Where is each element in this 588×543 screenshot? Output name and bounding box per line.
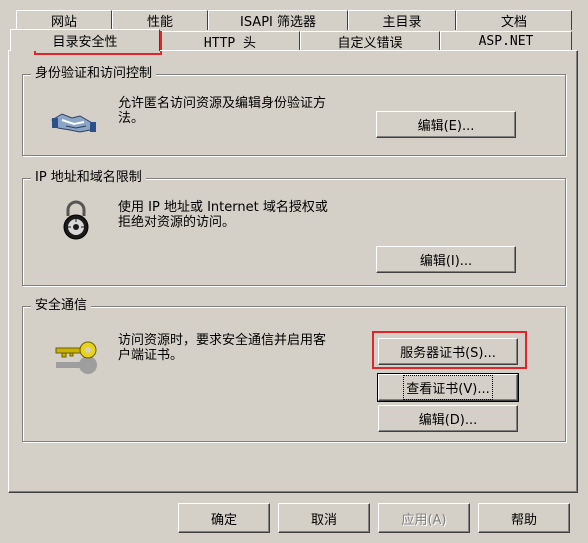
secure-edit-button-label: 编辑(D)... xyxy=(418,413,478,428)
cancel-button-label: 取消 xyxy=(310,512,337,528)
tab-isapi-filters[interactable]: ISAPI 筛选器 xyxy=(208,10,348,30)
tab-home-directory[interactable]: 主目录 xyxy=(348,10,456,30)
key-icon xyxy=(54,340,100,380)
group-ip-title: IP 地址和域名限制 xyxy=(31,170,146,186)
group-authentication-title: 身份验证和访问控制 xyxy=(31,66,157,82)
tab-documents[interactable]: 文档 xyxy=(456,10,572,30)
auth-description: 允许匿名访问资源及编辑身份验证方 法。 xyxy=(118,96,326,126)
secure-description-line2: 户端证书。 xyxy=(118,348,184,363)
apply-button-label: 应用(A) xyxy=(401,512,447,528)
help-button[interactable]: 帮助 xyxy=(478,503,570,533)
auth-description-line2: 法。 xyxy=(118,111,145,126)
ok-button-label: 确定 xyxy=(210,512,237,528)
ip-description-line2: 拒绝对资源的访问。 xyxy=(118,215,236,230)
tab-website[interactable]: 网站 xyxy=(16,10,112,30)
tab-directory-security[interactable]: 目录安全性 xyxy=(10,29,160,51)
tab-http-headers-label: HTTP 头 xyxy=(203,36,257,51)
tab-aspnet[interactable]: ASP.NET xyxy=(440,31,572,51)
apply-button[interactable]: 应用(A) xyxy=(378,503,470,533)
help-button-label: 帮助 xyxy=(510,512,537,528)
tab-row-back: 网站 性能 ISAPI 筛选器 主目录 文档 xyxy=(0,10,588,30)
auth-edit-button[interactable]: 编辑(E)... xyxy=(376,111,516,138)
tab-row-front: 目录安全性 HTTP 头 自定义错误 ASP.NET xyxy=(0,29,588,51)
tab-custom-errors[interactable]: 自定义错误 xyxy=(300,31,440,51)
auth-edit-button-label: 编辑(E)... xyxy=(417,119,475,134)
handshake-icon xyxy=(50,106,98,142)
ip-edit-button[interactable]: 编辑(I)... xyxy=(376,246,516,273)
ip-edit-button-label: 编辑(I)... xyxy=(419,254,473,269)
view-certificate-button[interactable]: 查看证书(V)... xyxy=(377,373,519,402)
tab-aspnet-label: ASP.NET xyxy=(478,34,534,49)
secure-description-line1: 访问资源时，要求安全通信并启用客 xyxy=(118,333,327,348)
ip-description: 使用 IP 地址或 Internet 域名授权或 拒绝对资源的访问。 xyxy=(118,200,328,230)
auth-description-line1: 允许匿名访问资源及编辑身份验证方 xyxy=(118,96,327,111)
secure-description: 访问资源时，要求安全通信并启用客 户端证书。 xyxy=(118,333,326,363)
view-certificate-button-label: 查看证书(V)... xyxy=(403,375,493,400)
ip-description-line1: 使用 IP 地址或 Internet 域名授权或 xyxy=(118,200,328,215)
secure-edit-button[interactable]: 编辑(D)... xyxy=(378,405,518,432)
tab-http-headers[interactable]: HTTP 头 xyxy=(160,31,300,51)
tab-performance[interactable]: 性能 xyxy=(112,10,208,30)
group-secure-title: 安全通信 xyxy=(31,298,92,314)
padlock-icon xyxy=(62,200,90,244)
cancel-button[interactable]: 取消 xyxy=(278,503,370,533)
highlight-server-certificate xyxy=(372,331,527,369)
tab-directory-security-label: 目录安全性 xyxy=(52,35,118,50)
ok-button[interactable]: 确定 xyxy=(178,503,270,533)
